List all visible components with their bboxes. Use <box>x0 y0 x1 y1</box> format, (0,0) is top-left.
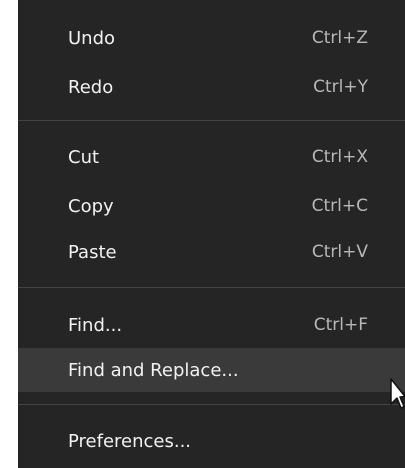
shortcut-label: Ctrl+F <box>313 315 368 335</box>
menu-item-label: Paste <box>68 241 117 263</box>
menu-item-redo[interactable]: Redo Ctrl+Y <box>18 65 405 109</box>
menu-item-paste[interactable]: Paste Ctrl+V <box>18 230 405 274</box>
menu-item-preferences[interactable]: Preferences... <box>18 419 405 463</box>
menu-item-label: Undo <box>68 27 116 49</box>
menu-item-label: Copy <box>68 195 114 217</box>
context-menu: Undo Ctrl+Z Redo Ctrl+Y Cut Ctrl+X Copy … <box>18 0 405 468</box>
menu-item-find[interactable]: Find... Ctrl+F <box>18 303 405 347</box>
menu-item-label: Preferences... <box>68 430 192 452</box>
shortcut-label: Ctrl+Z <box>311 28 368 48</box>
menu-item-undo[interactable]: Undo Ctrl+Z <box>18 16 405 60</box>
shortcut-label: Ctrl+X <box>311 147 368 167</box>
menu-item-find-and-replace[interactable]: Find and Replace... <box>18 348 405 392</box>
menu-separator <box>18 404 405 405</box>
menu-item-label: Find... <box>68 314 123 336</box>
menu-separator <box>18 287 405 288</box>
shortcut-label: Ctrl+C <box>311 196 368 216</box>
menu-item-label: Cut <box>68 146 100 168</box>
menu-item-copy[interactable]: Copy Ctrl+C <box>18 184 405 228</box>
menu-item-label: Find and Replace... <box>68 359 239 381</box>
mouse-pointer-icon <box>390 378 405 409</box>
shortcut-label: Ctrl+Y <box>313 77 368 97</box>
menu-item-label: Redo <box>68 76 114 98</box>
shortcut-label: Ctrl+V <box>311 242 368 262</box>
menu-item-cut[interactable]: Cut Ctrl+X <box>18 135 405 179</box>
menu-separator <box>18 120 405 121</box>
